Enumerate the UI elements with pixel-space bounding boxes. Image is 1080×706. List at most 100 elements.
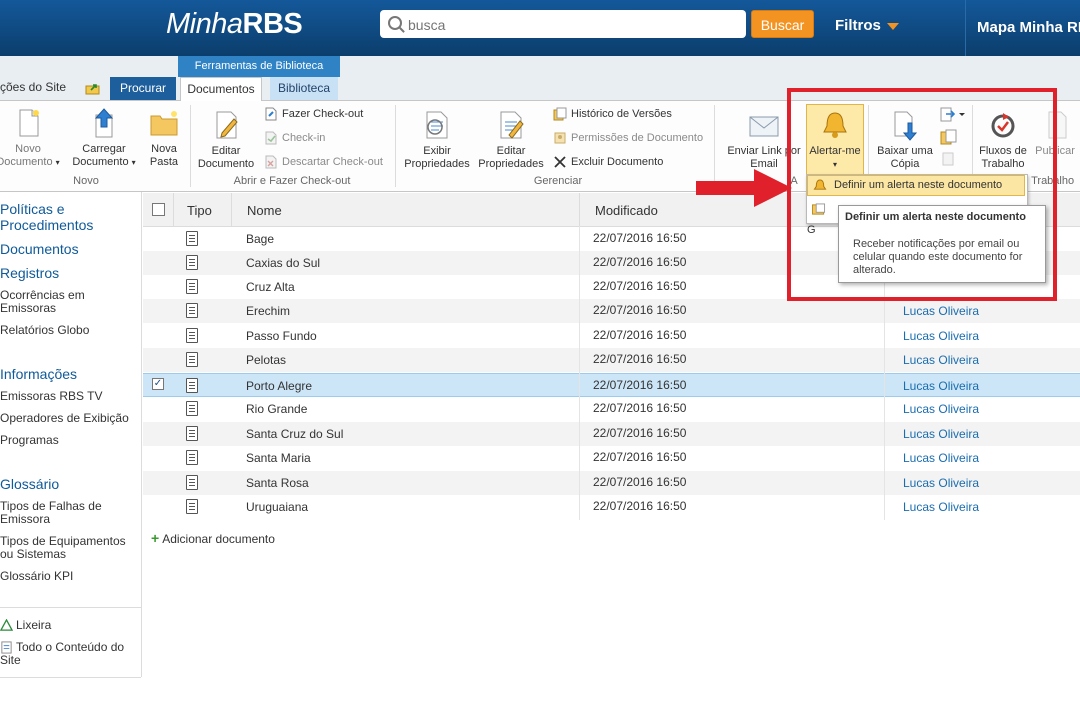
- tab-biblioteca[interactable]: Biblioteca: [270, 77, 338, 100]
- new-folder-button[interactable]: Nova Pasta: [142, 107, 186, 169]
- select-all-checkbox[interactable]: [152, 203, 165, 216]
- nav-emissoras[interactable]: Emissoras RBS TV: [0, 390, 102, 403]
- row-checkbox-checked[interactable]: ✓: [152, 378, 164, 390]
- delete-document-button[interactable]: Excluir Documento: [553, 153, 663, 171]
- discard-checkout-icon: [265, 155, 277, 169]
- tab-documentos[interactable]: Documentos: [180, 77, 262, 101]
- version-history-button[interactable]: Histórico de Versões: [553, 105, 672, 123]
- nav-programas[interactable]: Programas: [0, 434, 59, 447]
- modified-by[interactable]: Lucas Oliveira: [903, 379, 979, 393]
- discard-checkout-button[interactable]: Descartar Check-out: [264, 153, 383, 171]
- view-properties-button[interactable]: Exibir Propriedades: [400, 109, 474, 171]
- modified-date: 22/07/2016 16:50: [593, 426, 687, 440]
- nav-documentos[interactable]: Documentos: [0, 241, 79, 257]
- column-header-tipo[interactable]: Tipo: [187, 203, 212, 218]
- nav-registros[interactable]: Registros: [0, 265, 59, 281]
- nav-glossario-kpi[interactable]: Glossário KPI: [0, 570, 73, 583]
- nav-divider: [0, 607, 141, 608]
- group-separator: [190, 105, 191, 187]
- modified-by[interactable]: Lucas Oliveira: [903, 329, 979, 343]
- document-name[interactable]: Erechim: [246, 304, 290, 318]
- column-separator: [579, 193, 580, 226]
- checkout-button[interactable]: Fazer Check-out: [264, 105, 363, 123]
- add-document-link[interactable]: + Adicionar documento: [151, 530, 275, 546]
- modified-by[interactable]: Lucas Oliveira: [903, 402, 979, 416]
- document-icon: [186, 352, 198, 367]
- column-header-modificado[interactable]: Modificado: [595, 203, 658, 218]
- table-row[interactable]: Rio Grande 22/07/2016 16:50 Lucas Olivei…: [143, 397, 1080, 421]
- document-icon: [186, 255, 198, 270]
- nav-glossario[interactable]: Glossário: [0, 476, 59, 492]
- document-icon: [186, 328, 198, 343]
- nav-operadores[interactable]: Operadores de Exibição: [0, 412, 129, 425]
- new-document-button[interactable]: Novo Documento ▾: [0, 107, 66, 169]
- nav-politicas[interactable]: Políticas e Procedimentos: [0, 201, 93, 233]
- mapa-minha-rbs-link[interactable]: Mapa Minha RBS: [965, 0, 1080, 56]
- modified-by[interactable]: Lucas Oliveira: [903, 500, 979, 514]
- upload-document-button[interactable]: Carregar Documento ▾: [68, 107, 140, 169]
- nav-divider: [0, 677, 141, 678]
- column-line: [579, 226, 580, 520]
- document-name[interactable]: Rio Grande: [246, 402, 307, 416]
- modified-by[interactable]: Lucas Oliveira: [903, 304, 979, 318]
- search-input[interactable]: [406, 14, 740, 36]
- nav-relatorios-globo[interactable]: Relatórios Globo: [0, 324, 89, 337]
- modified-by[interactable]: Lucas Oliveira: [903, 353, 979, 367]
- modified-by[interactable]: Lucas Oliveira: [903, 451, 979, 465]
- annotation-highlight-box: [787, 88, 1057, 301]
- modified-date: 22/07/2016 16:50: [593, 499, 687, 513]
- document-permissions-button[interactable]: Permissões de Documento: [553, 129, 703, 147]
- minha-rbs-logo[interactable]: MinhaRBS: [166, 8, 303, 41]
- modified-by[interactable]: Lucas Oliveira: [903, 476, 979, 490]
- search-icon: [388, 16, 402, 30]
- recycle-bin-icon: [0, 618, 14, 632]
- document-name[interactable]: Santa Cruz do Sul: [246, 427, 343, 441]
- nav-informacoes[interactable]: Informações: [0, 366, 77, 382]
- table-row[interactable]: Erechim 22/07/2016 16:50 Lucas Oliveira: [143, 299, 1080, 323]
- table-row[interactable]: Uruguaiana 22/07/2016 16:50 Lucas Olivei…: [143, 495, 1080, 519]
- edit-document-button[interactable]: Editar Documento: [194, 109, 258, 171]
- document-name[interactable]: Cruz Alta: [246, 280, 295, 294]
- checkout-icon: [265, 107, 277, 121]
- modified-date: 22/07/2016 16:50: [593, 401, 687, 415]
- add-icon: +: [151, 530, 160, 546]
- nav-todo-conteudo[interactable]: Todo o Conteúdo do Site: [0, 641, 124, 667]
- filters-dropdown[interactable]: Filtros: [835, 17, 899, 34]
- site-actions-menu[interactable]: ções do Site: [0, 80, 66, 94]
- tab-procurar[interactable]: Procurar: [110, 77, 176, 100]
- table-row-selected[interactable]: ✓ Porto Alegre 22/07/2016 16:50 Lucas Ol…: [143, 373, 1080, 397]
- document-name[interactable]: Pelotas: [246, 353, 286, 367]
- document-icon: [186, 231, 198, 246]
- document-name[interactable]: Uruguaiana: [246, 500, 308, 514]
- table-row[interactable]: Santa Cruz do Sul 22/07/2016 16:50 Lucas…: [143, 422, 1080, 446]
- nav-tipos-equipamentos[interactable]: Tipos de Equipamentos ou Sistemas: [0, 535, 126, 561]
- document-name[interactable]: Bage: [246, 232, 274, 246]
- document-name[interactable]: Passo Fundo: [246, 329, 317, 343]
- modified-date: 22/07/2016 16:50: [593, 279, 687, 293]
- checkin-button[interactable]: Check-in: [264, 129, 325, 147]
- table-row[interactable]: Santa Rosa 22/07/2016 16:50 Lucas Olivei…: [143, 471, 1080, 495]
- version-history-icon: [553, 107, 567, 121]
- search-button[interactable]: Buscar: [751, 10, 814, 38]
- column-separator: [231, 193, 232, 226]
- edit-properties-button[interactable]: Editar Propriedades: [474, 109, 548, 171]
- nav-tipos-falhas[interactable]: Tipos de Falhas de Emissora: [0, 500, 102, 526]
- modified-date: 22/07/2016 16:50: [593, 328, 687, 342]
- nav-ocorrencias[interactable]: Ocorrências em Emissoras: [0, 289, 85, 315]
- navigate-up-icon[interactable]: [85, 82, 101, 95]
- document-name[interactable]: Caxias do Sul: [246, 256, 320, 270]
- document-icon: [186, 303, 198, 318]
- nav-lixeira[interactable]: Lixeira: [0, 619, 51, 632]
- search-box[interactable]: [380, 10, 746, 38]
- table-row[interactable]: Passo Fundo 22/07/2016 16:50 Lucas Olive…: [143, 324, 1080, 348]
- column-header-nome[interactable]: Nome: [247, 203, 282, 218]
- document-name[interactable]: Santa Rosa: [246, 476, 309, 490]
- document-icon: [186, 401, 198, 416]
- table-row[interactable]: Santa Maria 22/07/2016 16:50 Lucas Olive…: [143, 446, 1080, 470]
- document-name[interactable]: Santa Maria: [246, 451, 311, 465]
- modified-date: 22/07/2016 16:50: [593, 255, 687, 269]
- modified-by[interactable]: Lucas Oliveira: [903, 427, 979, 441]
- permissions-icon: [554, 132, 566, 144]
- document-name[interactable]: Porto Alegre: [246, 379, 312, 393]
- table-row[interactable]: Pelotas 22/07/2016 16:50 Lucas Oliveira: [143, 348, 1080, 372]
